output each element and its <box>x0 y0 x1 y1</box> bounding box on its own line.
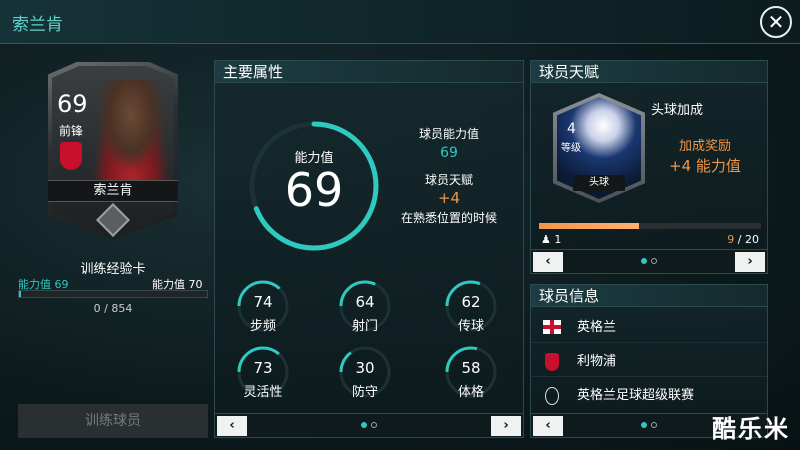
nation-row[interactable]: 英格兰 <box>531 313 767 343</box>
england-flag-icon <box>543 320 561 334</box>
talent-title: 球员天赋 <box>531 61 767 83</box>
chevron-left-icon: ‹ <box>229 418 235 433</box>
talent-bonus: +4 <box>437 189 461 207</box>
card-position: 前锋 <box>59 124 84 138</box>
stat-value: 73 <box>253 359 273 377</box>
card-rating: 69 <box>57 90 88 118</box>
main-attributes-panel: 主要属性 能力值 69 球员能力值 69 球员天赋 +4 在熟悉位置的时候 74… <box>214 60 524 438</box>
talent-tag: 头球 <box>573 175 625 191</box>
person-icon: ♟ <box>541 233 551 246</box>
title-bar: 索兰肯 ✕ <box>0 0 800 44</box>
overall-value: 69 <box>284 163 344 217</box>
talent-level: 4 <box>567 121 576 137</box>
talent-progress-total: 20 <box>745 233 759 246</box>
bonus-value: +4 能力值 <box>669 157 741 175</box>
talent-next-button[interactable]: › <box>735 252 765 272</box>
training-progress-text: 0 / 854 <box>93 302 133 315</box>
info-page-dots <box>641 422 657 428</box>
stat-name: 防守 <box>351 385 378 400</box>
talent-skill-name: 头球加成 <box>651 103 704 118</box>
stat-name: 灵活性 <box>243 385 283 400</box>
chevron-left-icon: ‹ <box>545 418 551 433</box>
player-card[interactable]: 69 前锋 索兰肯 <box>48 62 178 240</box>
talent-nav: ‹ › <box>531 249 767 273</box>
player-ability-label: 球员能力值 <box>418 127 479 141</box>
league-name: 英格兰足球超级联赛 <box>577 388 695 403</box>
main-attributes-title: 主要属性 <box>215 61 523 83</box>
main-attributes-nav: ‹ › <box>215 413 523 437</box>
stat-name: 步频 <box>249 319 276 334</box>
stat-ring: 73 灵活性 <box>233 345 293 401</box>
prev-button[interactable]: ‹ <box>217 416 247 436</box>
info-prev-button[interactable]: ‹ <box>533 416 563 436</box>
bonus-label: 加成奖励 <box>679 139 732 154</box>
page-dots <box>361 422 377 428</box>
talent-panel: 球员天赋 4 等级 头球 头球加成 加成奖励 +4 能力值 ♟ 1 9 / 20… <box>530 60 768 274</box>
stat-value: 58 <box>461 359 481 377</box>
stat-value: 30 <box>355 359 375 377</box>
train-player-button[interactable]: 训练球员 <box>18 404 208 438</box>
overall-ring: 能力值 69 <box>247 119 381 253</box>
training-progress-bar <box>18 290 208 298</box>
stat-ring: 62 传球 <box>441 279 501 335</box>
club-badge-icon <box>60 142 82 170</box>
talent-progress-bar <box>539 223 761 229</box>
player-info-title: 球员信息 <box>531 285 767 307</box>
talent-progress-left-value: 1 <box>554 233 562 246</box>
chevron-left-icon: ‹ <box>545 254 551 269</box>
stat-ring: 58 体格 <box>441 345 501 401</box>
stat-value: 64 <box>355 293 375 311</box>
nation-name: 英格兰 <box>577 320 617 335</box>
stat-value: 62 <box>461 293 481 311</box>
player-ability-value: 69 <box>440 145 458 161</box>
talent-progress-current: 9 <box>727 233 735 246</box>
close-button[interactable]: ✕ <box>760 6 792 38</box>
stat-ring: 30 防守 <box>335 345 395 401</box>
close-icon: ✕ <box>767 10 785 34</box>
stat-value: 74 <box>253 293 273 311</box>
talent-progress-count: 9 / 20 <box>727 233 759 246</box>
talent-badge[interactable]: 4 等级 头球 <box>553 93 645 203</box>
talent-desc: 在熟悉位置的时候 <box>400 211 497 225</box>
stat-ring: 64 射门 <box>335 279 395 335</box>
stat-name: 传球 <box>457 319 484 334</box>
talent-prev-button[interactable]: ‹ <box>533 252 563 272</box>
club-name: 利物浦 <box>577 354 617 369</box>
stat-name: 射门 <box>351 319 378 334</box>
league-row[interactable]: 英格兰足球超级联赛 <box>531 381 767 411</box>
talent-page-dots <box>641 258 657 264</box>
next-button[interactable]: › <box>491 416 521 436</box>
talent-progress-left: ♟ 1 <box>541 233 561 246</box>
club-row[interactable]: 利物浦 <box>531 347 767 377</box>
card-name: 索兰肯 <box>48 180 178 202</box>
chevron-right-icon: › <box>747 254 753 269</box>
training-card-label: 训练经验卡 <box>80 262 146 277</box>
stat-ring: 74 步频 <box>233 279 293 335</box>
talent-label: 球员天赋 <box>424 173 473 187</box>
chevron-right-icon: › <box>503 418 509 433</box>
page-title: 索兰肯 <box>12 15 63 35</box>
talent-level-label: 等级 <box>561 143 581 154</box>
club-crest-icon <box>545 353 559 371</box>
league-logo-icon <box>545 387 559 405</box>
stat-name: 体格 <box>457 385 484 400</box>
watermark: 酷乐米 <box>712 415 790 443</box>
player-portrait <box>92 80 170 180</box>
